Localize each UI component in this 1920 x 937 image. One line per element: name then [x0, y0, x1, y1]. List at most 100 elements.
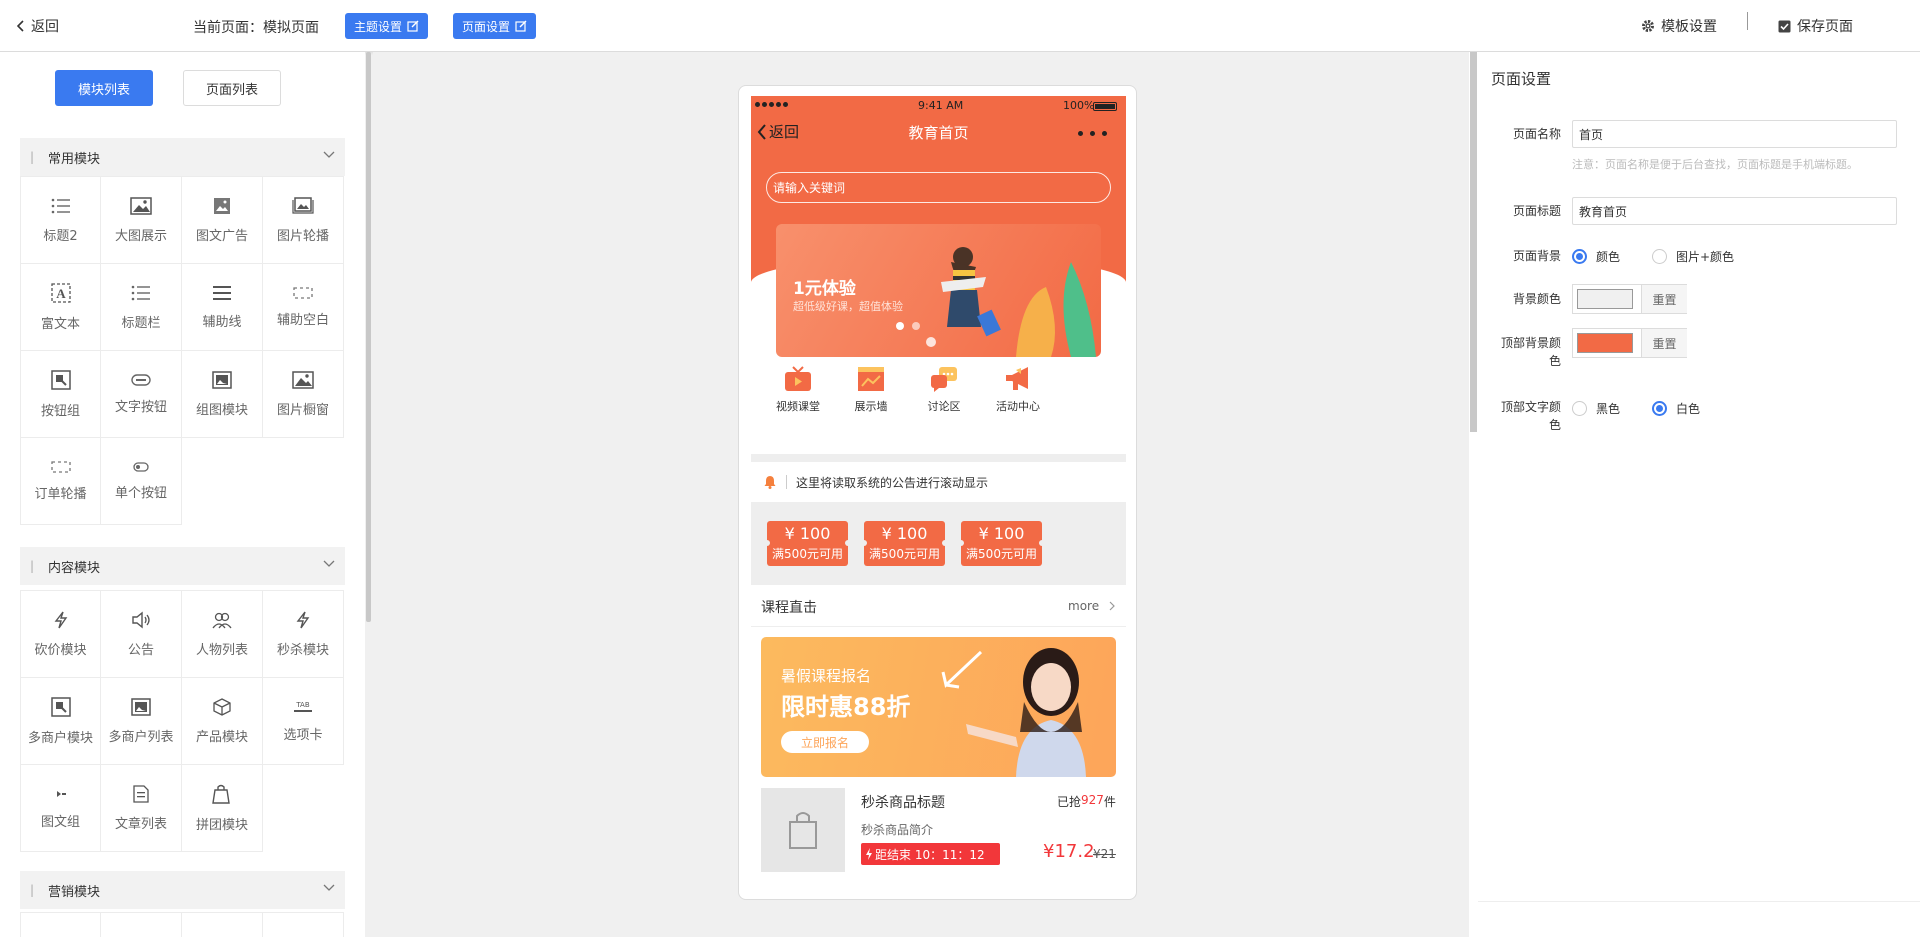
module-label: 文章列表: [114, 816, 167, 832]
module-item[interactable]: 砍价模块: [20, 591, 101, 678]
top-text-color-label: 顶部文字颜色: [1500, 400, 1561, 432]
module-item[interactable]: 文章列表: [101, 765, 182, 852]
quick-nav-item[interactable]: 展示墙: [836, 366, 906, 414]
hero-banner[interactable]: 1元体验 超低级好课，超值体验: [776, 224, 1101, 357]
section-content-modules[interactable]: | 内容模块: [20, 547, 345, 585]
megaphone-icon: [1004, 366, 1032, 392]
module-label: 多商户列表: [108, 729, 174, 745]
notice-divider: [786, 475, 787, 489]
module-item[interactable]: 标题栏: [101, 264, 182, 351]
module-item[interactable]: 辅助空白: [263, 264, 344, 351]
section-bar: |: [30, 883, 35, 897]
module-item[interactable]: 秒杀模块: [263, 591, 344, 678]
sold-prefix: 已抢: [1057, 795, 1082, 809]
panel-footer-line: [1478, 901, 1920, 902]
promo-signup-button[interactable]: 立即报名: [781, 731, 869, 753]
coupon-card[interactable]: ¥ 100 满500元可用: [958, 521, 1045, 566]
coupon-card[interactable]: ¥ 100 满500元可用: [861, 521, 948, 566]
common-modules-grid: 标题2 大图展示 图文广告 图片轮播 A 富文本 标题栏 辅助线 辅助空白按钮组 文字按钮 组图模块…: [20, 176, 344, 525]
text-black-radio[interactable]: 黑色: [1572, 400, 1620, 417]
page-settings-button[interactable]: 页面设置: [453, 13, 537, 39]
module-item[interactable]: 文字按钮: [101, 351, 182, 438]
module-item[interactable]: 拼团模块: [182, 765, 263, 852]
module-item[interactable]: A 富文本: [20, 264, 101, 351]
button-group-icon: [50, 369, 71, 390]
bg-opt-label: 颜色: [1596, 250, 1621, 264]
module-item[interactable]: 产品模块: [182, 678, 263, 765]
back-button[interactable]: 返回: [17, 16, 59, 36]
module-item[interactable]: 组图模块: [182, 351, 263, 438]
module-item[interactable]: 图片轮播: [263, 177, 344, 264]
course-more-link[interactable]: more: [1068, 599, 1099, 613]
section-marketing-modules[interactable]: | 营销模块: [20, 871, 345, 909]
radio-checked-icon: [1572, 249, 1587, 264]
gallery-icon: [131, 697, 151, 716]
module-item[interactable]: 单个按钮: [101, 438, 182, 525]
bg-color-picker[interactable]: 重置: [1572, 284, 1687, 314]
tab-page-list[interactable]: 页面列表: [183, 70, 281, 106]
quick-nav-label: 活动中心: [996, 400, 1040, 413]
save-page-button[interactable]: 保存页面: [1778, 16, 1853, 36]
product-sold: 已抢 927 件: [1057, 793, 1116, 810]
page-title-label: 页面标题: [1512, 204, 1561, 218]
module-item[interactable]: 图文广告: [182, 177, 263, 264]
module-item[interactable]: TAB 选项卡: [263, 678, 344, 765]
top-toolbar: 返回 当前页面：模拟页面 主题设置 页面设置 模板设置 保存页面: [0, 0, 1920, 52]
theme-settings-button[interactable]: 主题设置: [345, 13, 429, 39]
module-label: 选项卡: [283, 727, 323, 743]
promo-banner[interactable]: 暑假课程报名 限时惠88折 立即报名: [761, 637, 1116, 777]
more-dots-icon[interactable]: [1078, 131, 1107, 136]
notice-bar[interactable]: 这里将读取系统的公告进行滚动显示: [751, 462, 1126, 502]
quick-nav-item[interactable]: 讨论区: [909, 366, 979, 414]
module-item[interactable]: 大图展示: [101, 177, 182, 264]
back-label: 返回: [31, 19, 59, 35]
module-item[interactable]: 多商户模块: [20, 678, 101, 765]
quick-nav-item[interactable]: 视频课堂: [763, 366, 833, 414]
text-white-radio[interactable]: 白色: [1652, 400, 1700, 417]
template-settings-button[interactable]: 模板设置: [1641, 16, 1717, 36]
list-icon: [131, 284, 151, 302]
bg-opt-label: 图片+颜色: [1676, 250, 1735, 264]
module-item[interactable]: 标题2: [20, 177, 101, 264]
module-item[interactable]: 辅助线: [182, 264, 263, 351]
page-settings-label: 页面设置: [462, 19, 511, 34]
module-item[interactable]: 图文组: [20, 765, 101, 852]
page-title-input[interactable]: 教育首页: [1572, 197, 1897, 225]
bg-color-radio[interactable]: 颜色: [1572, 248, 1620, 265]
carousel-dot[interactable]: [896, 322, 904, 330]
promo-top-text: 暑假课程报名: [781, 667, 872, 685]
coupon-card[interactable]: ¥ 100 满500元可用: [764, 521, 851, 566]
module-label: 单个按钮: [114, 485, 167, 501]
top-bg-color-reset-button[interactable]: 重置: [1641, 329, 1687, 357]
module-label: 多商户模块: [27, 730, 93, 746]
quick-nav-label: 展示墙: [854, 400, 888, 413]
module-item[interactable]: 订单轮播: [20, 438, 101, 525]
module-item[interactable]: 多商户列表: [101, 678, 182, 765]
module-item[interactable]: 人物列表: [182, 591, 263, 678]
section-common-modules[interactable]: | 常用模块: [20, 138, 345, 176]
tab-module-list[interactable]: 模块列表: [55, 70, 153, 106]
coupon-notch: [942, 540, 948, 546]
right-scrollbar[interactable]: [1470, 52, 1477, 432]
left-scrollbar[interactable]: [366, 52, 371, 622]
coupon-condition: 满500元可用: [966, 547, 1037, 561]
single-button-icon: [133, 461, 149, 472]
bg-color-swatch[interactable]: [1577, 289, 1633, 309]
page-name-input[interactable]: 首页: [1572, 120, 1897, 148]
top-bg-color-swatch[interactable]: [1577, 333, 1633, 353]
module-item[interactable]: 图片橱窗: [263, 351, 344, 438]
section-title: 常用模块: [48, 151, 101, 167]
chevron-down-icon: [323, 560, 335, 568]
chevron-right-icon[interactable]: [1109, 601, 1115, 611]
module-item[interactable]: 公告: [101, 591, 182, 678]
top-bg-color-picker[interactable]: 重置: [1572, 328, 1687, 358]
bg-color-reset-button[interactable]: 重置: [1641, 285, 1687, 313]
phone-search-input[interactable]: 请输入关键词: [766, 172, 1111, 203]
carousel-dot[interactable]: [912, 322, 920, 330]
quick-nav-item[interactable]: 活动中心: [983, 366, 1053, 414]
page-name-label: 页面名称: [1512, 127, 1561, 141]
product-thumbnail[interactable]: [761, 788, 845, 872]
module-label: 标题栏: [121, 315, 161, 331]
bg-image-color-radio[interactable]: 图片+颜色: [1652, 248, 1734, 265]
module-item[interactable]: 按钮组: [20, 351, 101, 438]
